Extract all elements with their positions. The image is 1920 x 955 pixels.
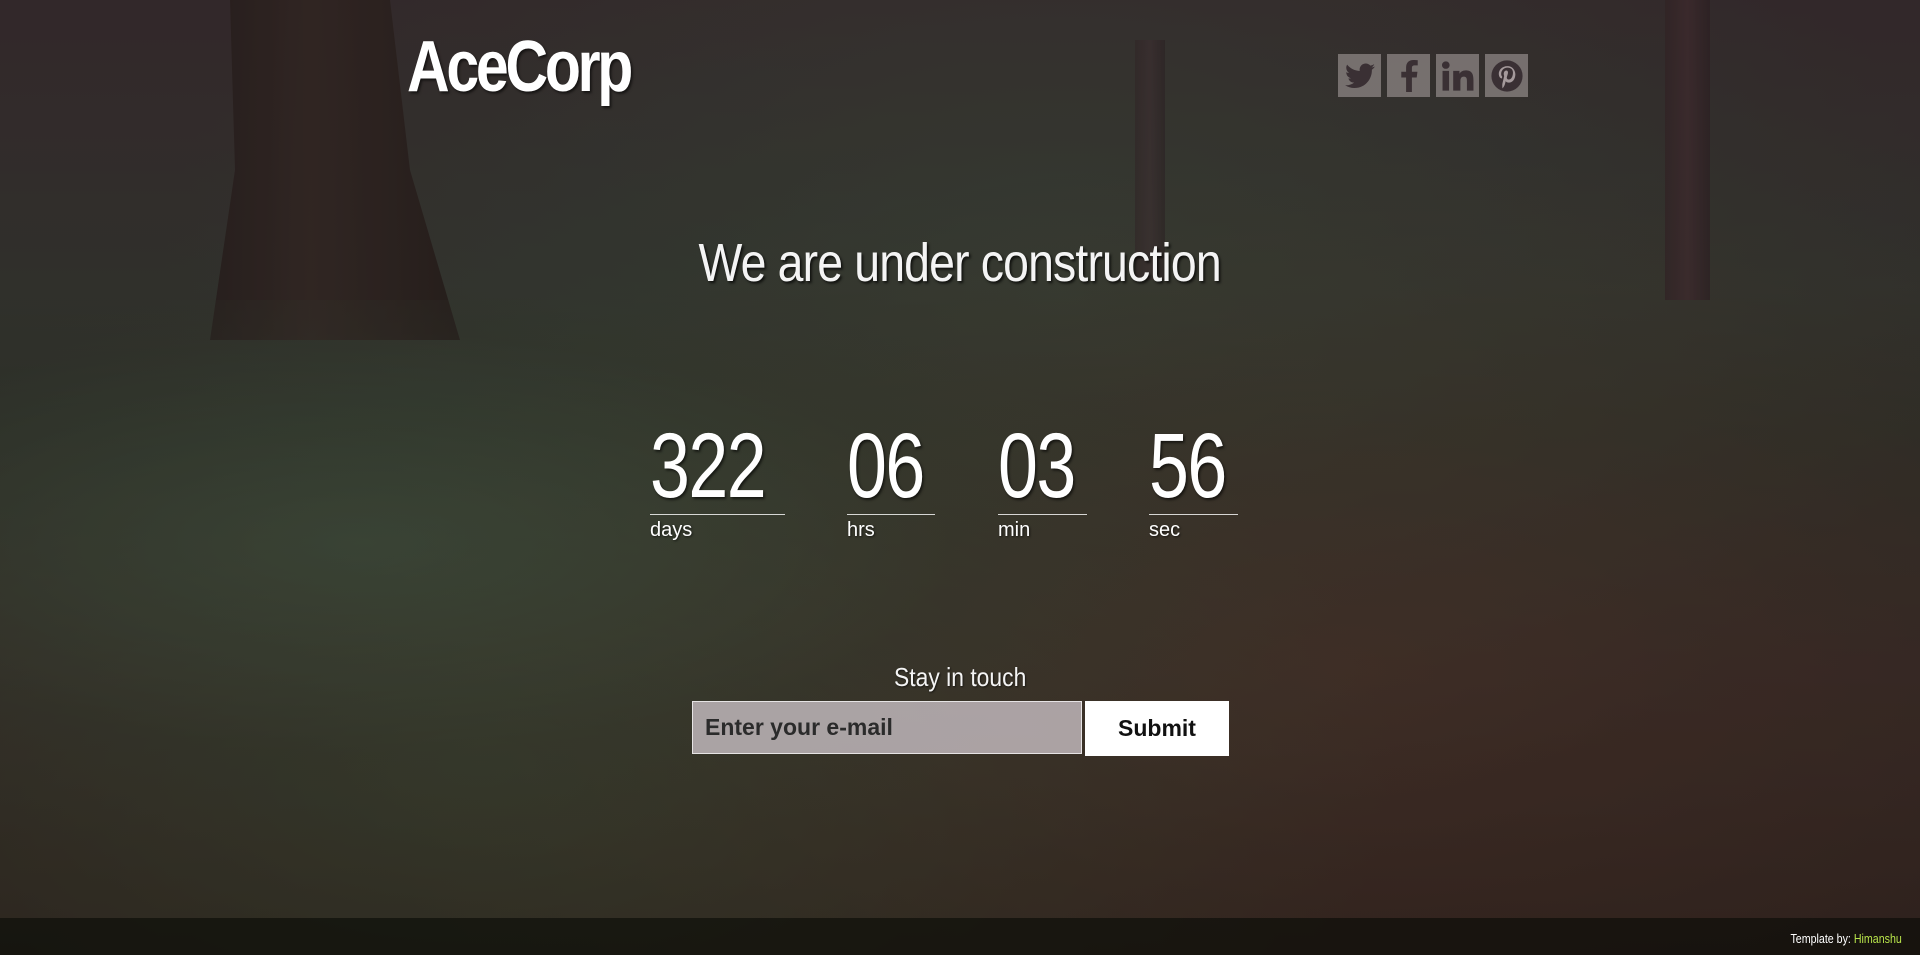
countdown-hours: 06 hrs <box>847 420 935 542</box>
email-field[interactable] <box>692 701 1082 754</box>
countdown-timer: 322 days 06 hrs 03 min 56 sec <box>650 420 1270 550</box>
linkedin-icon <box>1441 60 1473 91</box>
linkedin-link[interactable] <box>1436 54 1479 97</box>
page: AceCorp We are under construction 322 da… <box>0 0 1920 955</box>
countdown-minutes: 03 min <box>998 420 1087 542</box>
twitter-link[interactable] <box>1338 54 1381 97</box>
pinterest-icon <box>1490 59 1523 92</box>
countdown-minutes-value: 03 <box>998 420 1087 515</box>
countdown-seconds-value: 56 <box>1149 420 1238 515</box>
countdown-hours-value: 06 <box>847 420 935 515</box>
social-links <box>1338 54 1528 97</box>
twitter-icon <box>1344 63 1375 88</box>
page-title: We are under construction <box>698 233 1222 293</box>
countdown-seconds: 56 sec <box>1149 420 1238 542</box>
countdown-seconds-label: sec <box>1149 519 1181 541</box>
footer-author-link[interactable]: Himanshu <box>1854 931 1902 946</box>
countdown-days: 322 days <box>650 420 785 542</box>
facebook-link[interactable] <box>1387 54 1430 97</box>
countdown-days-label: days <box>650 519 693 541</box>
subscribe-heading: Stay in touch <box>893 662 1027 692</box>
countdown-hours-label: hrs <box>847 519 875 541</box>
footer: Template by: Himanshu <box>0 918 1920 955</box>
pinterest-link[interactable] <box>1485 54 1528 97</box>
footer-credit-prefix: Template by: <box>1790 931 1852 946</box>
footer-credit: Template by: Himanshu <box>1766 931 1902 946</box>
countdown-minutes-label: min <box>998 519 1031 541</box>
facebook-icon <box>1400 59 1418 92</box>
brand-logo[interactable]: AceCorp <box>407 26 633 108</box>
submit-button[interactable]: Submit <box>1085 701 1229 756</box>
countdown-days-value: 322 <box>650 420 785 515</box>
subscribe-form: Submit <box>692 701 1229 756</box>
